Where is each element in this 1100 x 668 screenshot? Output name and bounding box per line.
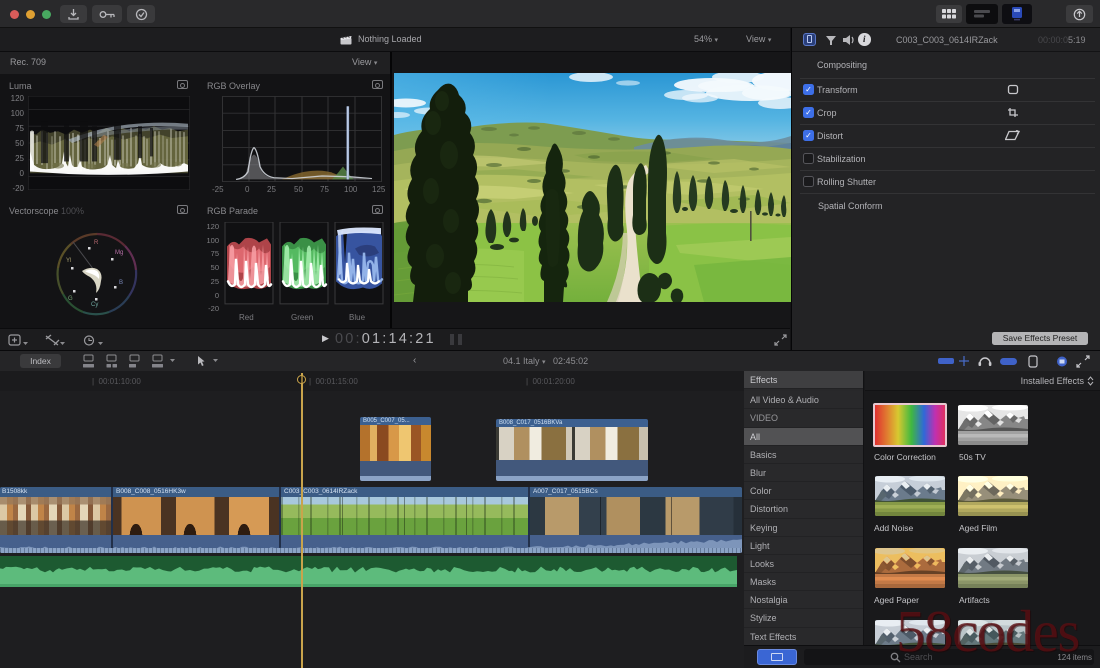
svg-text:Cy: Cy	[91, 302, 98, 308]
svg-text:Mg: Mg	[115, 250, 123, 256]
svg-text:Yl: Yl	[66, 258, 71, 264]
svg-text:G: G	[68, 296, 73, 302]
svg-text:B: B	[119, 280, 123, 286]
svg-text:R: R	[94, 240, 99, 246]
